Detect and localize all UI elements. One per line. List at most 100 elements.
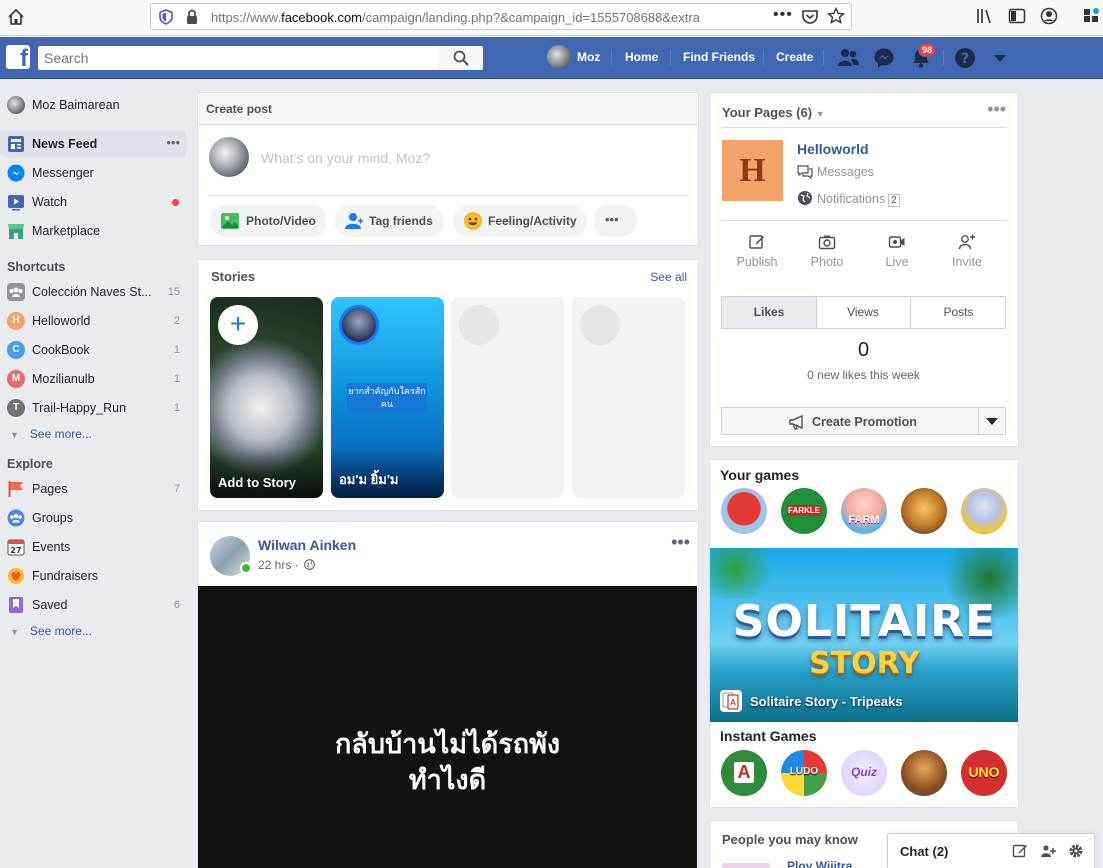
bubble-game-icon[interactable]	[961, 488, 1007, 534]
messenger-icon[interactable]	[873, 47, 895, 72]
post-timestamp[interactable]: 22 hrs ·	[258, 558, 315, 572]
extensions-icon[interactable]	[1082, 7, 1100, 28]
post-author-name[interactable]: Wilwan Ainken	[258, 537, 356, 553]
sidebar-icon[interactable]	[1008, 7, 1026, 28]
more-dots-icon: •••	[605, 212, 619, 227]
post-text-image[interactable]: กลับบ้านไม่ได้รถพัง ทำไงดี	[198, 586, 697, 868]
pymk-person-name[interactable]: Ploy Wijitra	[787, 859, 852, 868]
add-story-plus-icon[interactable]: +	[218, 305, 258, 345]
sidebar-item-shortcut[interactable]: C CookBook 1	[0, 336, 186, 364]
ludo-club-icon[interactable]: LUDO	[781, 750, 827, 796]
quiz-game-icon[interactable]: Quiz	[841, 750, 887, 796]
stories-see-all-link[interactable]: See all	[650, 270, 687, 284]
sidebar-item-news-feed[interactable]: News Feed •••	[0, 130, 186, 158]
sidebar-item-events[interactable]: 27 Events	[0, 533, 186, 561]
library-icon[interactable]	[976, 7, 994, 28]
sidebar-item-shortcut[interactable]: M Mozilianulb 1	[0, 365, 186, 393]
fundraisers-icon	[7, 567, 25, 585]
sidebar-item-shortcut[interactable]: T Trail-Happy_Run 1	[0, 394, 186, 422]
sidebar-item-shortcut[interactable]: Colección Naves St... 15	[0, 278, 186, 306]
create-group-icon[interactable]	[1040, 843, 1058, 859]
your-pages-title[interactable]: Your Pages (6) ▼	[722, 105, 825, 120]
help-icon[interactable]: ?	[954, 47, 976, 72]
tag-friends-button[interactable]: Tag friends	[334, 205, 444, 237]
uno-game-icon[interactable]: UNO	[961, 750, 1007, 796]
sidebar-item-fundraisers[interactable]: Fundraisers	[0, 562, 186, 590]
url-text[interactable]: https://www.facebook.com/campaign/landin…	[211, 10, 771, 25]
nav-avatar[interactable]	[547, 45, 571, 69]
story-card[interactable]: ยากสำคัญกับใครสักคน อม'ม ยิ้ม'ม	[331, 297, 444, 498]
sidebar-item-messenger[interactable]: Messenger	[0, 159, 186, 187]
photo-video-button[interactable]: Photo/Video	[210, 205, 327, 237]
lock-icon[interactable]	[185, 9, 199, 28]
nav-find-friends-link[interactable]: Find Friends	[683, 50, 755, 64]
publish-button[interactable]: Publish	[722, 233, 792, 269]
search-button[interactable]	[438, 46, 483, 70]
tab-likes[interactable]: Likes	[722, 297, 817, 328]
account-menu-caret-icon[interactable]	[993, 53, 1007, 67]
search-input[interactable]	[38, 46, 438, 70]
sidebar-item-label: Messenger	[32, 166, 94, 180]
url-bar[interactable]: https://www.facebook.com/campaign/landin…	[150, 3, 852, 30]
featured-game-banner[interactable]: SOLITAIRE STORY A Solitaire Story - Trip…	[710, 548, 1018, 722]
solitaire-instant-icon[interactable]: A	[721, 750, 767, 796]
add-to-story-card[interactable]: + Add to Story	[210, 297, 323, 498]
adventure-game-icon[interactable]	[901, 750, 947, 796]
post-options-icon[interactable]: •••	[671, 532, 690, 553]
bookmark-star-icon[interactable]	[826, 6, 846, 28]
create-promotion-button[interactable]: Create Promotion	[721, 407, 979, 435]
explore-see-more[interactable]: ▼ See more...	[10, 624, 92, 638]
home-icon[interactable]	[6, 7, 26, 27]
page-messages-link[interactable]: Messages	[797, 165, 874, 179]
tab-posts[interactable]: Posts	[911, 297, 1006, 328]
page-logo[interactable]: H	[722, 140, 783, 201]
your-pages-more-icon[interactable]: •••	[987, 99, 1006, 120]
account-icon[interactable]	[1040, 7, 1058, 28]
chat-bar[interactable]: Chat (2)	[887, 833, 1095, 868]
invite-button[interactable]: Invite	[932, 233, 1002, 269]
nav-separator	[670, 50, 671, 66]
sidebar-item-shortcut[interactable]: H Helloworld 2	[0, 307, 186, 335]
live-button[interactable]: Live	[862, 233, 932, 269]
pocket-icon[interactable]	[801, 8, 819, 29]
page-name-link[interactable]: Helloworld	[797, 141, 869, 157]
sidebar-item-saved[interactable]: Saved 6	[0, 591, 186, 619]
friend-requests-icon[interactable]	[836, 47, 860, 72]
profile-link[interactable]: Moz Baimarean	[0, 91, 186, 119]
letter-avatar-m: M	[7, 370, 25, 388]
nav-create-link[interactable]: Create	[776, 50, 813, 64]
item-count: 1	[173, 402, 180, 414]
stories-card: Stories See all + Add to Story ยากสำคัญก…	[197, 259, 699, 511]
farmville-game-icon[interactable]: FARM	[841, 488, 887, 534]
chat-settings-gear-icon[interactable]	[1068, 843, 1084, 859]
angry-birds-game-icon[interactable]	[721, 488, 767, 534]
photo-button[interactable]: Photo	[792, 233, 862, 269]
farkle-game-icon[interactable]: FARKLE	[781, 488, 827, 534]
sidebar-item-groups[interactable]: Groups	[0, 504, 186, 532]
sidebar-item-pages[interactable]: Pages 7	[0, 475, 186, 503]
page-notifications-link[interactable]: Notifications 2	[797, 190, 900, 207]
sidebar-item-watch[interactable]: Watch	[0, 188, 186, 216]
new-message-icon[interactable]	[1012, 843, 1028, 859]
chat-label[interactable]: Chat (2)	[900, 844, 948, 859]
nav-profile-link[interactable]: Moz	[577, 50, 600, 64]
facebook-logo[interactable]: f	[6, 45, 30, 69]
sidebar-item-label: Saved	[32, 598, 68, 612]
nav-home-link[interactable]: Home	[625, 50, 658, 64]
composer-input[interactable]: What's on your mind, Moz?	[261, 150, 430, 166]
slots-game-icon[interactable]	[901, 488, 947, 534]
tab-views[interactable]: Views	[816, 297, 911, 328]
solitaire-cards-icon: A	[720, 690, 742, 712]
item-count: 2	[173, 315, 180, 327]
tracking-shield-icon[interactable]	[158, 9, 174, 28]
messages-icon	[797, 165, 813, 179]
marketplace-icon	[7, 222, 25, 240]
feeling-activity-button[interactable]: Feeling/Activity	[453, 205, 587, 237]
more-options-button[interactable]: •••	[593, 205, 637, 237]
pymk-avatar[interactable]	[722, 863, 770, 868]
promotion-dropdown-button[interactable]	[979, 407, 1006, 435]
news-feed-more-icon[interactable]: •••	[166, 135, 180, 150]
page-actions-menu-icon[interactable]: •••	[773, 6, 793, 24]
shortcuts-see-more[interactable]: ▼ See more...	[10, 427, 92, 441]
sidebar-item-marketplace[interactable]: Marketplace	[0, 217, 186, 245]
